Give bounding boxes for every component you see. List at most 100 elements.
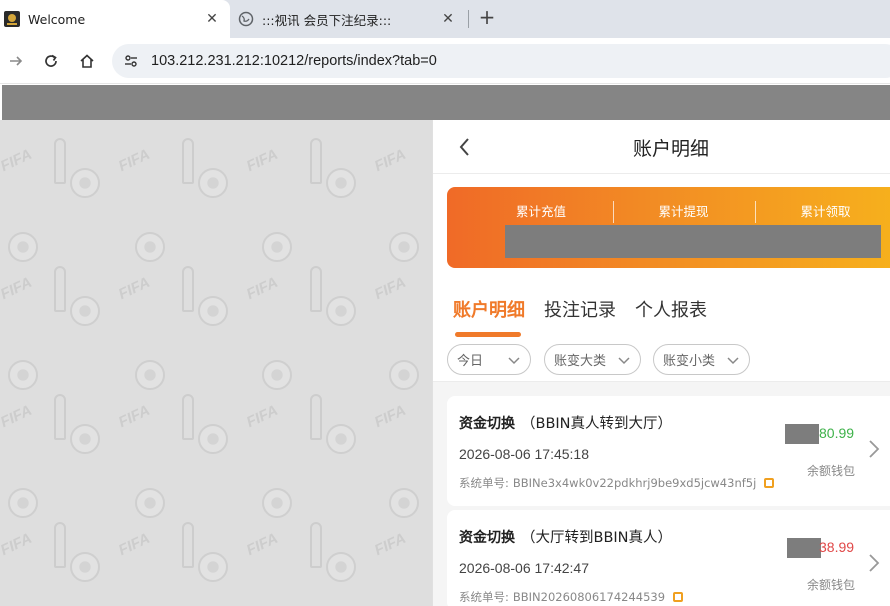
total-claim-label: 累计领取 [755, 201, 890, 223]
fifa-watermark: FIFA [371, 401, 409, 432]
forward-button[interactable] [4, 49, 28, 73]
reload-button[interactable] [39, 49, 63, 73]
fifa-watermark: FIFA [243, 273, 281, 304]
record-type: 资金切换 [459, 416, 515, 432]
address-bar[interactable]: 103.212.231.212:10212/reports/index?tab=… [112, 44, 890, 78]
panel-header: 账户明细 [433, 120, 890, 174]
trophy-icon [54, 394, 66, 440]
tab-bet-records[interactable]: 投注记录 [544, 296, 616, 322]
chevron-right-icon [869, 440, 880, 458]
football-icon [70, 296, 100, 326]
fifa-watermark: FIFA [371, 273, 409, 304]
browser-toolbar: 103.212.231.212:10212/reports/index?tab=… [0, 38, 890, 84]
trophy-icon [182, 394, 194, 440]
football-icon [389, 360, 419, 390]
copy-icon[interactable] [764, 478, 775, 488]
chevron-down-icon [618, 357, 630, 365]
football-icon [326, 296, 356, 326]
copy-icon[interactable] [673, 592, 684, 602]
date-filter-value: 今日 [457, 354, 484, 369]
total-deposit-label: 累计充值 [515, 204, 566, 219]
football-icon [8, 360, 38, 390]
record-title: 资金切换 （BBIN真人转到大厅） [459, 412, 672, 433]
date-filter-select[interactable]: 今日 [447, 344, 531, 375]
order-label: 系统单号: [459, 476, 509, 490]
football-icon [262, 488, 292, 518]
list-item[interactable]: 资金切换 （大厅转到BBIN真人） 2026-08-06 17:42:47 系统单… [447, 510, 890, 606]
trophy-icon [310, 266, 322, 312]
fifa-watermark: FIFA [243, 145, 281, 176]
football-icon [326, 552, 356, 582]
filter-bar: 今日 账变大类 账变小类 [433, 342, 890, 382]
panel-tabs: 账户明细 投注记录 个人报表 [433, 282, 890, 342]
order-id: BBIN20260806174244539 [512, 590, 666, 604]
football-icon [389, 488, 419, 518]
record-time: 2026-08-06 17:42:47 [459, 560, 589, 576]
fifa-watermark: FIFA [115, 145, 153, 176]
fifa-watermark: FIFA [115, 273, 153, 304]
record-wallet: 余额钱包 [807, 464, 856, 478]
football-icon [262, 360, 292, 390]
trophy-icon [54, 138, 66, 184]
url-text: 103.212.231.212:10212/reports/index?tab=… [151, 53, 437, 69]
close-tab-icon[interactable]: ✕ [202, 11, 222, 27]
fifa-watermark: FIFA [0, 145, 35, 176]
tab-personal-report[interactable]: 个人报表 [635, 296, 707, 322]
order-id: BBINe3x4wk0v22pdkhrj9be9xd5jcw43nf5j [512, 476, 757, 490]
summary-section: 累计充值 累计提现 累计领取 [433, 174, 890, 282]
site-logo-icon [4, 11, 20, 27]
football-icon [198, 424, 228, 454]
football-icon [70, 552, 100, 582]
football-icon [198, 168, 228, 198]
fifa-watermark: FIFA [0, 529, 35, 560]
football-icon [70, 168, 100, 198]
record-order: 系统单号: BBIN20260806174244539 [459, 589, 684, 605]
trophy-icon [310, 394, 322, 440]
browser-tab-welcome[interactable]: Welcome ✕ [0, 0, 230, 38]
page-header-bar [2, 85, 890, 120]
record-type: 资金切换 [459, 530, 515, 546]
new-tab-button[interactable]: + [476, 6, 498, 30]
order-label: 系统单号: [459, 590, 509, 604]
football-icon [262, 232, 292, 262]
home-button[interactable] [75, 49, 99, 73]
football-icon [326, 424, 356, 454]
change-subcategory-select[interactable]: 账变小类 [653, 344, 750, 375]
list-item[interactable]: 资金切换 （BBIN真人转到大厅） 2026-08-06 17:45:18 系统单… [447, 396, 890, 506]
football-icon [135, 232, 165, 262]
record-amount: 80.99 [819, 425, 855, 441]
change-category-select[interactable]: 账变大类 [544, 344, 641, 375]
football-icon [8, 232, 38, 262]
tab-account-detail[interactable]: 账户明细 [453, 296, 525, 322]
active-tab-indicator [455, 332, 521, 337]
football-icon [198, 552, 228, 582]
fifa-watermark: FIFA [243, 401, 281, 432]
trophy-icon [310, 522, 322, 568]
background-pattern: FIFA FIFA FIFA FIFA FIFA FIFA FIFA FIFA … [0, 120, 432, 606]
forward-arrow-icon [10, 56, 23, 66]
redacted-amount [787, 538, 821, 558]
trophy-icon [54, 266, 66, 312]
page-title: 账户明细 [632, 138, 709, 160]
fifa-watermark: FIFA [371, 145, 409, 176]
football-icon [326, 168, 356, 198]
redacted-summary-values [505, 225, 881, 258]
trophy-icon [54, 522, 66, 568]
football-icon [135, 488, 165, 518]
chevron-down-icon [727, 357, 739, 365]
record-title: 资金切换 （大厅转到BBIN真人） [459, 526, 672, 547]
browser-tab-records[interactable]: :::视讯 会员下注纪录::: ✕ [234, 0, 466, 38]
browser-tab-strip: Welcome ✕ :::视讯 会员下注纪录::: ✕ + [0, 0, 890, 38]
reload-icon [45, 54, 57, 67]
tab-separator [468, 10, 469, 28]
summary-card: 累计充值 累计提现 累计领取 [447, 187, 890, 268]
site-info-icon[interactable] [120, 50, 142, 72]
home-icon [80, 54, 94, 68]
close-tab-icon[interactable]: ✕ [438, 11, 458, 27]
record-wallet: 余额钱包 [807, 578, 856, 592]
football-icon [389, 232, 419, 262]
football-icon [135, 360, 165, 390]
record-time: 2026-08-06 17:45:18 [459, 446, 589, 462]
football-icon [8, 488, 38, 518]
trophy-icon [310, 138, 322, 184]
